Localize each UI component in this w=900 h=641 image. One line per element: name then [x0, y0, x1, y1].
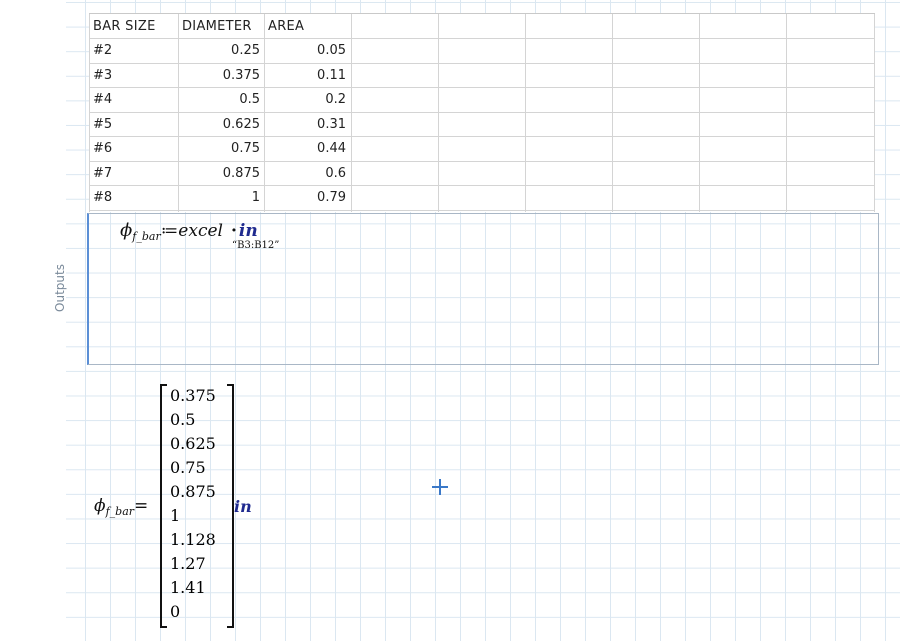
matrix-value: 1: [170, 506, 181, 525]
matrix-value: 1.128: [170, 530, 216, 549]
matrix-value: 0.5: [170, 410, 196, 429]
grid-line: [351, 14, 352, 212]
cell-area[interactable]: 0.11: [264, 64, 350, 88]
matrix-value: 0.375: [170, 386, 216, 405]
cell-bar-size[interactable]: #7: [89, 162, 177, 186]
cell-area[interactable]: 0.05: [264, 39, 350, 63]
grid-line: [612, 14, 613, 212]
cell-bar-size[interactable]: #4: [89, 88, 177, 112]
cell-diameter[interactable]: 0.625: [178, 113, 264, 137]
cell-diameter[interactable]: 0.25: [178, 39, 264, 63]
matrix-value: 1.41: [170, 578, 206, 597]
left-margin: [0, 0, 66, 641]
cell-area[interactable]: 0.31: [264, 113, 350, 137]
cell-bar-size[interactable]: #2: [89, 39, 177, 63]
matrix-value: 0.625: [170, 434, 216, 453]
cell-area[interactable]: 0.44: [264, 137, 350, 161]
cell-bar-size[interactable]: #5: [89, 113, 177, 137]
assign-operator: ≔: [160, 221, 179, 241]
cell-area[interactable]: 0.2: [264, 88, 350, 112]
cell-area[interactable]: 0.79: [264, 186, 350, 210]
grid-line: [438, 14, 439, 212]
function-name: excel: [178, 221, 223, 241]
grid-line: [874, 14, 875, 212]
cell-diameter[interactable]: 0.375: [178, 64, 264, 88]
crosshair-cursor-icon: [432, 479, 448, 495]
header-area[interactable]: AREA: [264, 15, 350, 39]
grid-line: [525, 14, 526, 212]
range-argument: “B3:B12”: [232, 240, 280, 251]
multiply-dot: ·: [230, 221, 237, 241]
cell-diameter[interactable]: 1: [178, 186, 264, 210]
left-bracket: [160, 384, 167, 628]
phi-symbol: ϕ: [94, 496, 106, 516]
grid-line: [699, 14, 700, 212]
cell-diameter[interactable]: 0.5: [178, 88, 264, 112]
equals-operator: =: [134, 496, 149, 516]
grid-line: [89, 210, 875, 211]
header-diameter[interactable]: DIAMETER: [178, 15, 264, 39]
header-bar-size[interactable]: BAR SIZE: [89, 15, 177, 39]
definition-expression[interactable]: ϕf_bar≔excel · in “B3:B12”: [120, 220, 279, 251]
result-matrix[interactable]: 0.375 0.5 0.625 0.75 0.875 1 1.128 1.27 …: [158, 384, 236, 628]
matrix-value: 0.875: [170, 482, 216, 501]
cell-bar-size[interactable]: #3: [89, 64, 177, 88]
cell-bar-size[interactable]: #6: [89, 137, 177, 161]
outputs-label: Outputs: [53, 264, 67, 312]
cell-diameter[interactable]: 0.875: [178, 162, 264, 186]
subscript-label: f_bar: [105, 505, 135, 518]
matrix-value: 0: [170, 602, 181, 621]
result-expression[interactable]: ϕf_bar=: [94, 496, 149, 518]
unit-label: in: [238, 221, 258, 241]
matrix-value: 1.27: [170, 554, 206, 573]
cell-area[interactable]: 0.6: [264, 162, 350, 186]
excel-component[interactable]: BAR SIZE DIAMETER AREA #2 0.25 0.05 #3 0…: [89, 13, 875, 212]
grid-line: [786, 14, 787, 212]
right-bracket: [227, 384, 234, 628]
phi-symbol: ϕ: [120, 220, 133, 241]
subscript-label: f_bar: [132, 230, 161, 243]
cell-diameter[interactable]: 0.75: [178, 137, 264, 161]
result-unit-label[interactable]: in: [234, 497, 252, 516]
cell-bar-size[interactable]: #8: [89, 186, 177, 210]
matrix-value: 0.75: [170, 458, 206, 477]
